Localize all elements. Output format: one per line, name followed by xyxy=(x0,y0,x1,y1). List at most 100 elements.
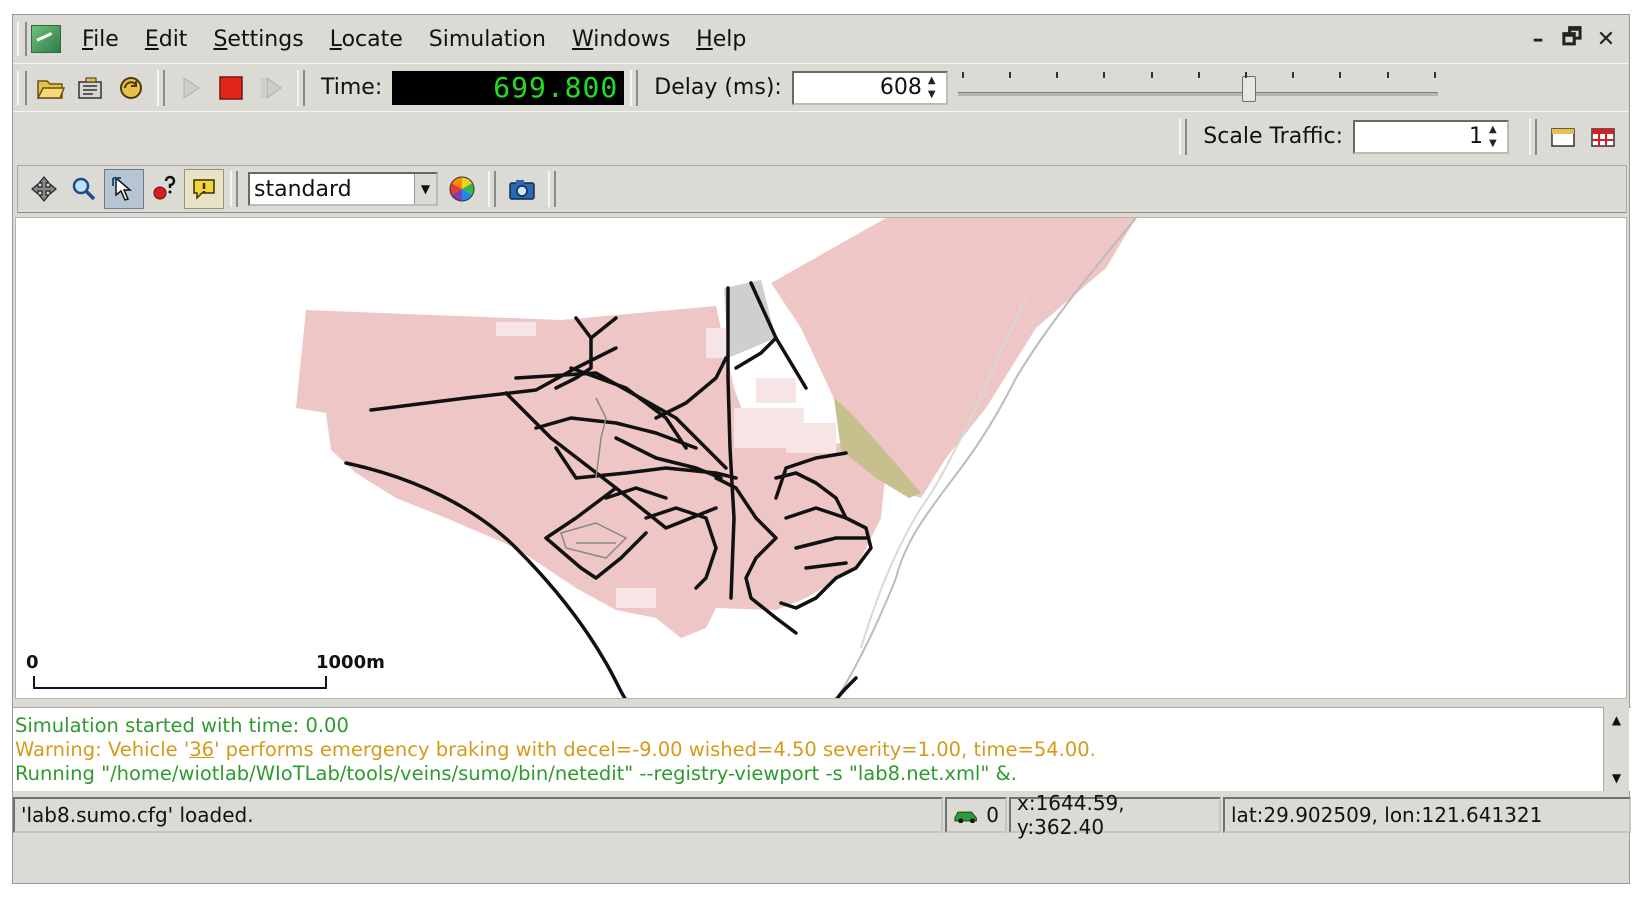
slider-handle[interactable] xyxy=(1242,75,1257,102)
open-network-button[interactable] xyxy=(71,68,111,108)
scale-bar-length-label: 1000m xyxy=(316,652,385,673)
status-bar: 'lab8.sumo.cfg' loaded. 0 x:1644.59, y:3… xyxy=(13,791,1631,839)
log-line-info: Simulation started with time: 0.00 xyxy=(15,714,349,737)
spinner-arrows[interactable]: ▲ ▼ xyxy=(1489,124,1505,150)
toolbar-separator xyxy=(488,171,496,207)
color-scheme-select[interactable]: standard ▼ xyxy=(248,172,438,206)
chevron-down-icon[interactable]: ▼ xyxy=(414,174,436,204)
scale-traffic-toolbar: Scale Traffic: 1 ▲ ▼ xyxy=(13,111,1629,161)
close-button[interactable]: ✕ xyxy=(1593,26,1619,52)
slider-tick xyxy=(1433,71,1436,78)
view-toolbar: standard ▼ xyxy=(17,165,1627,213)
arrow-down-icon[interactable]: ▼ xyxy=(928,89,944,101)
network-view-canvas[interactable]: 0 1000m xyxy=(15,217,1627,699)
restore-button[interactable]: 🗗 xyxy=(1559,25,1585,52)
minimize-button[interactable]: – xyxy=(1525,26,1551,52)
scale-traffic-label: Scale Traffic: xyxy=(1203,124,1343,149)
menu-locate[interactable]: Locate xyxy=(317,27,416,52)
menu-help[interactable]: Help xyxy=(683,27,759,52)
slider-tick xyxy=(961,71,964,78)
toolbar-separator xyxy=(630,69,639,106)
toolbar-separator xyxy=(157,69,165,106)
arrow-up-icon[interactable]: ▲ xyxy=(928,75,944,87)
reload-icon xyxy=(120,76,142,99)
recenter-view-button[interactable] xyxy=(24,169,64,209)
status-message: 'lab8.sumo.cfg' loaded. xyxy=(13,797,943,833)
run-button[interactable] xyxy=(171,68,211,108)
slider-tick xyxy=(1339,71,1342,78)
scale-bar-zero-label: 0 xyxy=(26,652,39,673)
map-scale-bar: 0 1000m xyxy=(26,652,385,689)
delay-slider[interactable] xyxy=(957,68,1438,108)
zoom-button[interactable] xyxy=(64,169,104,209)
slider-tick xyxy=(1103,71,1106,78)
slider-tick xyxy=(1197,71,1200,78)
tooltip-icon xyxy=(193,179,215,200)
locate-junction-button[interactable] xyxy=(144,169,184,209)
toolbar-separator xyxy=(1529,118,1537,155)
toolbar-grip[interactable] xyxy=(17,70,27,105)
scale-traffic-spinner[interactable]: 1 ▲ ▼ xyxy=(1353,119,1509,154)
cursor-latlon: lat:29.902509, lon:121.641321 xyxy=(1231,803,1543,827)
slider-tick xyxy=(1150,71,1153,78)
simulation-toolbar: Time: 699.800 Delay (ms): 608 ▲ ▼ xyxy=(13,63,1629,111)
message-log[interactable]: Simulation started with time: 0.00 Warni… xyxy=(13,707,1631,791)
log-line-warning: Warning: Vehicle '36' performs emergency… xyxy=(15,738,1096,761)
slider-tick xyxy=(1009,71,1012,78)
delay-spinner[interactable]: 608 ▲ ▼ xyxy=(791,70,948,105)
magnifier-icon xyxy=(72,177,96,201)
color-scheme-value: standard xyxy=(254,176,352,202)
sumo-app-icon xyxy=(31,25,61,53)
vehicle-link[interactable]: 36 xyxy=(189,738,214,761)
arrow-down-icon[interactable]: ▼ xyxy=(1489,138,1505,150)
arrow-up-icon[interactable]: ▲ xyxy=(1489,124,1505,136)
toolbar-separator xyxy=(230,171,238,207)
slider-track xyxy=(957,91,1438,96)
menu-settings[interactable]: Settings xyxy=(200,27,316,52)
slider-tick xyxy=(1386,71,1389,78)
stop-button[interactable] xyxy=(211,68,251,108)
menu-windows[interactable]: Windows xyxy=(559,27,683,52)
reload-button[interactable] xyxy=(111,68,151,108)
toolbar-separator xyxy=(297,69,305,106)
vehicle-count-field: 0 xyxy=(945,797,1007,833)
stop-icon xyxy=(219,75,243,100)
slider-tick xyxy=(1292,71,1295,78)
folder-open-icon xyxy=(36,79,66,99)
network-folder-icon xyxy=(78,77,102,99)
window-grid-icon xyxy=(1591,127,1615,147)
cursor-xy: x:1644.59, y:362.40 xyxy=(1017,791,1125,839)
edit-coloring-button[interactable] xyxy=(442,169,482,209)
toolbar-separator xyxy=(1179,118,1188,155)
arrow-down-icon[interactable]: ▼ xyxy=(1612,771,1621,785)
time-display: 699.800 xyxy=(392,70,625,105)
show-tooltips-button[interactable] xyxy=(184,169,224,209)
car-icon xyxy=(954,811,977,823)
menu-simulation[interactable]: Simulation xyxy=(416,27,559,52)
step-button[interactable] xyxy=(251,68,291,108)
sumo-gui-window: File Edit Settings Locate Simulation Win… xyxy=(12,14,1631,884)
arrow-up-icon[interactable]: ▲ xyxy=(1612,713,1621,727)
network-map[interactable]: 0 1000m xyxy=(16,218,1627,699)
menu-edit[interactable]: Edit xyxy=(132,27,201,52)
cursor-latlon-field: lat:29.902509, lon:121.641321 xyxy=(1223,797,1631,833)
step-icon xyxy=(261,76,282,99)
camera-icon xyxy=(509,180,535,200)
menu-file[interactable]: File xyxy=(69,27,132,52)
pin-question-icon xyxy=(153,175,176,200)
vehicle-count: 0 xyxy=(986,803,999,827)
menu-bar: File Edit Settings Locate Simulation Win… xyxy=(13,15,1629,63)
slider-tick xyxy=(1245,71,1248,78)
menu-grip[interactable] xyxy=(17,22,27,56)
cursor-locate-icon xyxy=(112,176,133,201)
cursor-xy-field: x:1644.59, y:362.40 xyxy=(1009,791,1221,839)
new-3d-view-button[interactable] xyxy=(1583,117,1623,157)
move-arrows-icon xyxy=(31,176,57,202)
screenshot-button[interactable] xyxy=(502,169,542,209)
new-view-button[interactable] xyxy=(1543,117,1583,157)
spinner-arrows[interactable]: ▲ ▼ xyxy=(928,75,944,101)
log-scrollbar[interactable]: ▲ ▼ xyxy=(1603,707,1629,791)
locate-button[interactable] xyxy=(104,169,144,209)
toolbar-separator xyxy=(548,171,556,207)
open-simulation-button[interactable] xyxy=(31,68,71,108)
